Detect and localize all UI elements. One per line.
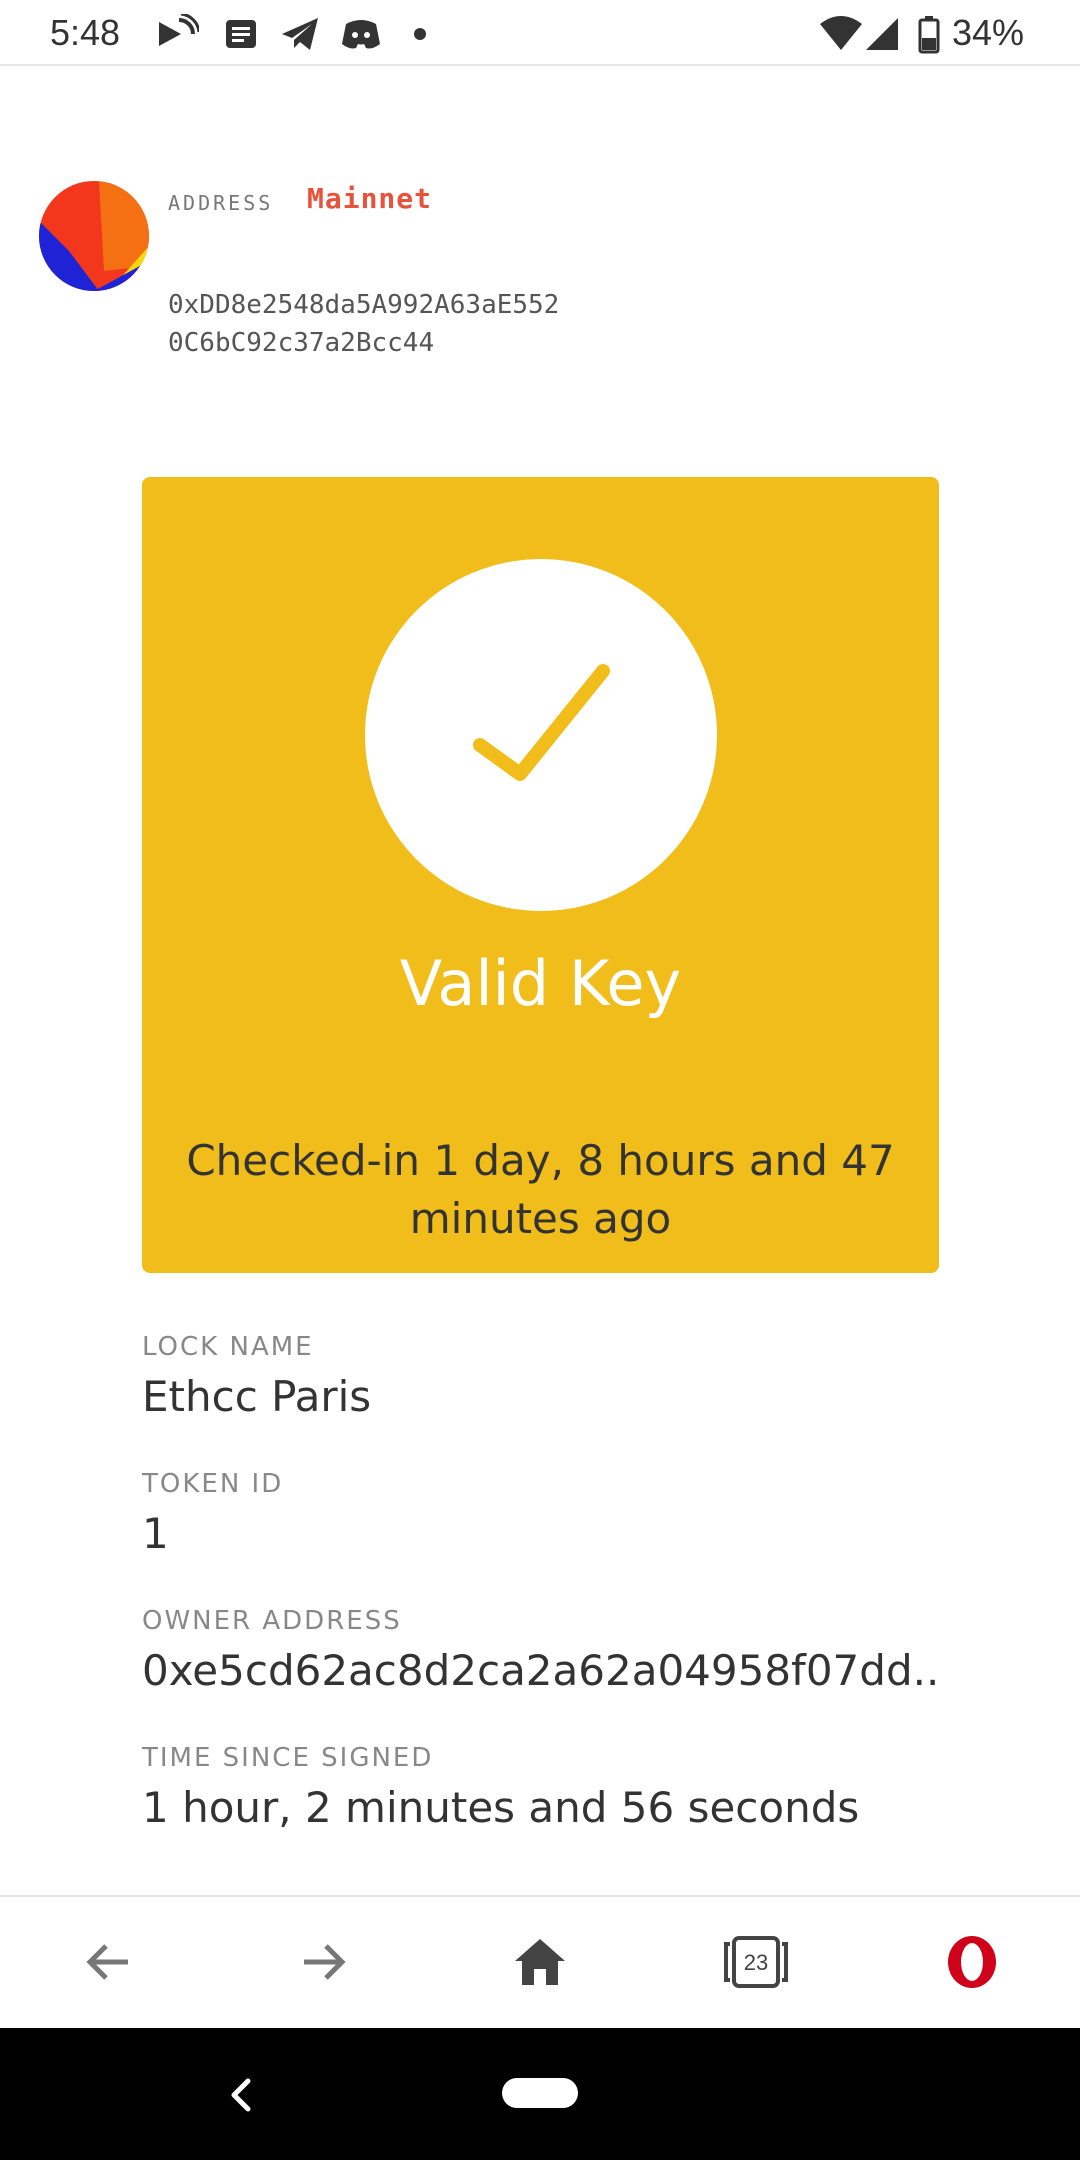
- back-button[interactable]: [70, 1927, 146, 1997]
- forward-button[interactable]: [286, 1927, 362, 1997]
- message-icon: [226, 20, 256, 48]
- discord-icon: [342, 20, 380, 49]
- system-home-pill[interactable]: [502, 2078, 578, 2108]
- checkin-status: Checked-in 1 day, 8 hours and 47 minutes…: [186, 1136, 895, 1243]
- opera-icon: [948, 1936, 996, 1988]
- cast-icon: [159, 14, 199, 46]
- tabs-button[interactable]: 23: [718, 1927, 794, 1997]
- back-arrow-icon: [86, 1944, 128, 1980]
- forward-arrow-icon: [304, 1944, 346, 1980]
- checkmark-icon: [473, 664, 610, 781]
- system-navigation-bar: [0, 2028, 1080, 2160]
- telegram-icon: [282, 18, 318, 50]
- tabs-count: 23: [744, 1950, 768, 1975]
- check-circle: [365, 559, 717, 911]
- address-label: ADDRESS: [168, 191, 274, 215]
- signal-icon: [866, 18, 898, 50]
- owner-address-label: OWNER ADDRESS: [142, 1606, 402, 1636]
- status-time: 5:48: [50, 12, 121, 53]
- key-status-title: Valid Key: [399, 947, 682, 1020]
- time-since-signed-label: TIME SINCE SIGNED: [142, 1743, 434, 1773]
- valid-key-card: Valid Key Checked-in 1 day, 8 hours and …: [142, 477, 939, 1273]
- network-label: Mainnet: [307, 182, 433, 215]
- lock-name-label: LOCK NAME: [142, 1332, 314, 1362]
- battery-percentage: 34%: [952, 12, 1025, 53]
- browser-toolbar: 23: [0, 1895, 1080, 2028]
- home-icon: [515, 1939, 565, 1985]
- owner-address-value: 0xe5cd62ac8d2ca2a62a04958f07dd...: [142, 1646, 942, 1695]
- battery-icon: [918, 16, 940, 54]
- lock-name-value: Ethcc Paris: [142, 1372, 372, 1421]
- account-address: 0xDD8e2548da5A992A63aE5520C6bC92c37a2Bcc…: [168, 290, 560, 358]
- wifi-icon: [820, 16, 862, 50]
- tabs-icon: 23: [724, 1936, 788, 1988]
- account-avatar: [39, 181, 149, 291]
- opera-menu-button[interactable]: [934, 1927, 1010, 1997]
- token-id-value: 1: [142, 1509, 169, 1558]
- status-bar: 5:48 34%: [0, 0, 1080, 66]
- time-since-signed-value: 1 hour, 2 minutes and 56 seconds: [142, 1783, 860, 1832]
- system-back-icon[interactable]: [220, 2073, 260, 2117]
- dot-icon: [414, 28, 426, 40]
- home-button[interactable]: [502, 1927, 578, 1997]
- token-id-label: TOKEN ID: [142, 1469, 284, 1499]
